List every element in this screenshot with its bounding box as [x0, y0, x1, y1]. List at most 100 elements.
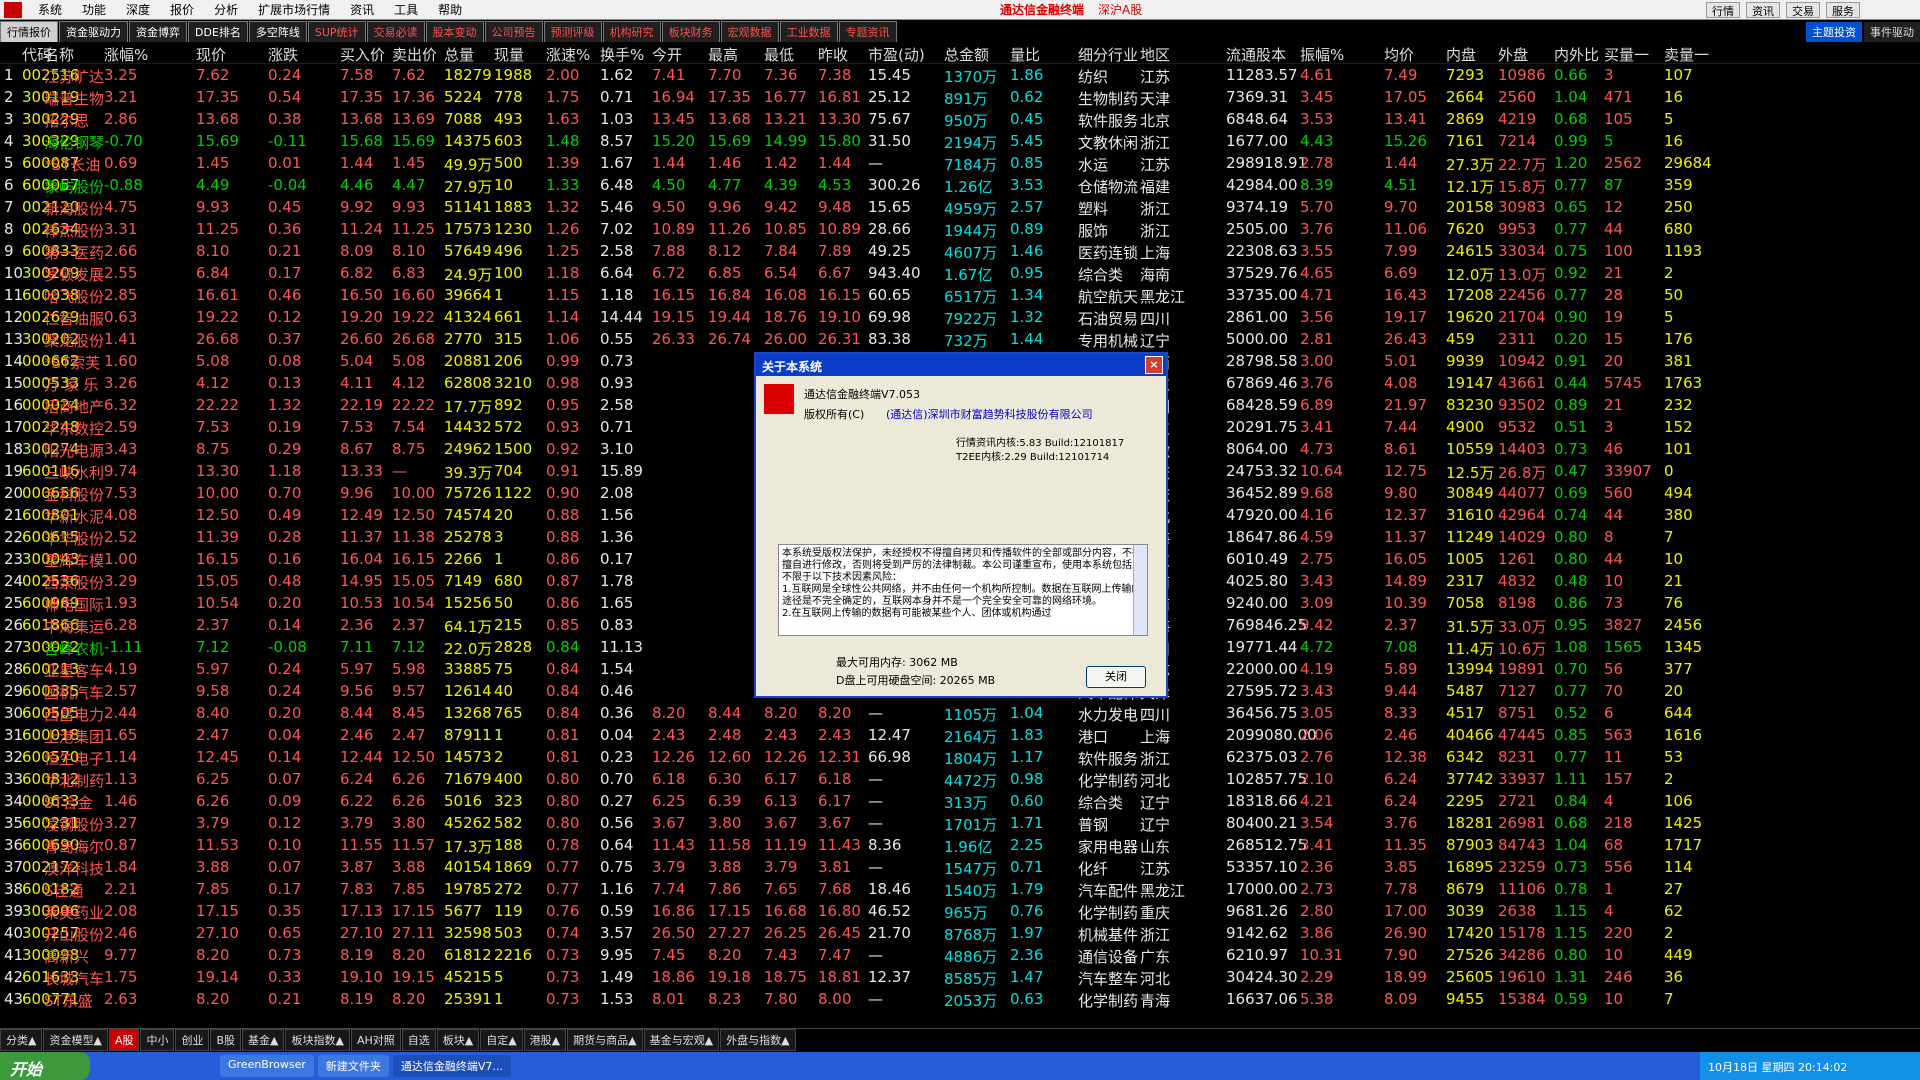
table-row[interactable]: 3 300229 拓尔思 2.86 13.68 0.38 13.68 13.69 7088 493… — [0, 108, 1920, 130]
tab-institution[interactable]: 机构研究 — [602, 21, 661, 42]
column-header[interactable]: 卖量一 — [1664, 44, 1709, 65]
menu-info[interactable]: 资讯 — [340, 1, 384, 18]
category-tab[interactable]: 创业 — [175, 1028, 210, 1051]
table-row[interactable]: 6 600057 象屿股份 -0.88 4.49 -0.04 4.46 4.47 27.9万 10… — [0, 174, 1920, 196]
tab-macro[interactable]: 宏观数据 — [720, 21, 779, 42]
category-tab[interactable]: 中小 — [140, 1028, 175, 1051]
menu-quote[interactable]: 报价 — [160, 1, 204, 18]
service-button[interactable]: 服务 — [1826, 2, 1860, 18]
table-row[interactable]: 10 300209 罗顿发展 2.55 6.84 0.17 6.82 6.83 24.9万 100… — [0, 262, 1920, 284]
trade-button[interactable]: 交易 — [1786, 2, 1820, 18]
menu-help[interactable]: 帮助 — [428, 1, 472, 18]
column-header[interactable]: 内外比 — [1554, 44, 1599, 65]
category-tab[interactable]: A股 — [108, 1028, 140, 1051]
task-tdx[interactable]: 通达信金融终端V7... — [392, 1055, 511, 1077]
column-header[interactable]: 今开 — [652, 44, 682, 65]
category-tab[interactable]: 板块指数▲ — [285, 1028, 350, 1051]
table-row[interactable]: 38 600182 S佳通 2.21 7.85 0.17 7.83 7.85 19785 272 0… — [0, 878, 1920, 900]
table-row[interactable]: 42 601633 长城汽车 1.75 19.14 0.33 19.10 19.15 45215… — [0, 966, 1920, 988]
category-tab[interactable]: 基金与宏观▲ — [643, 1028, 720, 1051]
tab-rating[interactable]: 预测评级 — [543, 21, 602, 42]
column-header[interactable]: 均价 — [1384, 44, 1414, 65]
column-header[interactable]: 量比 — [1010, 44, 1040, 65]
column-header[interactable]: 涨跌 — [268, 44, 298, 65]
license-text-box[interactable]: 本系统受版权法保护，未经授权不得擅自拷贝和传播软件的全部或部分内容，不得擅自进行… — [778, 544, 1148, 636]
menu-tools[interactable]: 工具 — [384, 1, 428, 18]
table-row[interactable]: 36 600690 青岛海尔 0.87 11.53 0.10 11.55 11.57 17.3万… — [0, 834, 1920, 856]
tab-bull-bear[interactable]: 多空阵线 — [248, 21, 307, 42]
table-row[interactable]: 5 600087 *ST长油 0.69 1.45 0.01 1.44 1.45 49.9万 500… — [0, 152, 1920, 174]
table-row[interactable]: 30 600505 西昌电力 2.44 8.40 0.20 8.44 8.45 13268 765… — [0, 702, 1920, 724]
table-row[interactable]: 37 002172 澳洋科技 1.84 3.88 0.07 3.87 3.88 40154 186… — [0, 856, 1920, 878]
tab-equity-change[interactable]: 股本变动 — [425, 21, 484, 42]
column-header[interactable]: 总金额 — [944, 44, 989, 65]
column-header[interactable]: 外盘 — [1498, 44, 1528, 65]
column-header[interactable]: 卖出价 — [392, 44, 437, 65]
table-row[interactable]: 39 300006 莱美药业 2.08 17.15 0.35 17.13 17.15 5677 1… — [0, 900, 1920, 922]
table-row[interactable]: 4 300329 海伦钢琴 -0.70 15.69 -0.11 15.68 15.69 1437… — [0, 130, 1920, 152]
column-header[interactable]: 振幅% — [1300, 44, 1344, 65]
tab-event-drive[interactable]: 事件驱动 — [1864, 22, 1920, 42]
column-header[interactable]: 现量 — [494, 44, 524, 65]
category-tab[interactable]: 外盘与指数▲ — [720, 1028, 796, 1051]
tab-sup[interactable]: SUP统计 — [307, 21, 366, 42]
table-row[interactable]: 9 600833 第一医药 2.66 8.10 0.21 8.09 8.10 57649 496 1… — [0, 240, 1920, 262]
column-header[interactable]: 涨幅% — [104, 44, 148, 65]
table-row[interactable]: 13 300202 聚龙股份 1.41 26.68 0.37 26.60 26.68 2770 3… — [0, 328, 1920, 350]
column-header[interactable]: 名称 — [44, 44, 74, 65]
table-row[interactable]: 40 300257 开山股份 2.46 27.10 0.65 27.10 27.11 32598… — [0, 922, 1920, 944]
task-greenbrowser[interactable]: GreenBrowser — [220, 1055, 314, 1077]
table-row[interactable]: 33 600812 华北制药 1.13 6.25 0.07 6.24 6.26 71679 400… — [0, 768, 1920, 790]
tab-industry[interactable]: 工业数据 — [779, 21, 838, 42]
menu-function[interactable]: 功能 — [72, 1, 116, 18]
tab-special[interactable]: 专题资讯 — [838, 21, 897, 42]
table-row[interactable]: 7 002120 新海股份 4.75 9.93 0.45 9.92 9.93 51141 1883… — [0, 196, 1920, 218]
column-header[interactable]: 细分行业 — [1078, 44, 1138, 65]
category-tab[interactable]: 资金模型▲ — [43, 1028, 108, 1051]
table-row[interactable]: 32 600570 恒生电子 1.14 12.45 0.14 12.44 12.50 14573… — [0, 746, 1920, 768]
category-tab[interactable]: 分类▲ — [0, 1028, 43, 1051]
menu-system[interactable]: 系统 — [28, 1, 72, 18]
license-scrollbar[interactable] — [1133, 545, 1147, 635]
category-tab[interactable]: 板块▲ — [436, 1028, 480, 1051]
table-row[interactable]: 35 600231 凌钢股份 3.27 3.79 0.12 3.79 3.80 45262 582… — [0, 812, 1920, 834]
start-button[interactable]: 开始 — [0, 1052, 90, 1080]
column-header[interactable]: 最低 — [764, 44, 794, 65]
task-new-folder[interactable]: 新建文件夹 — [317, 1055, 389, 1077]
tab-fund-drive[interactable]: 资金驱动力 — [59, 21, 128, 42]
table-row[interactable]: 31 600018 上港集团 1.65 2.47 0.04 2.46 2.47 87911 1 0.… — [0, 724, 1920, 746]
table-row[interactable]: 2 300119 瑞普生物 3.21 17.35 0.54 17.35 17.36 5224 77… — [0, 86, 1920, 108]
column-header[interactable]: 流通股本 — [1226, 44, 1286, 65]
category-tab[interactable]: 港股▲ — [523, 1028, 567, 1051]
close-button[interactable]: 关闭 — [1086, 666, 1146, 688]
column-header[interactable]: 内盘 — [1446, 44, 1476, 65]
category-tab[interactable]: AH对照 — [350, 1028, 401, 1051]
table-row[interactable]: 12 002629 仁智油服 0.63 19.22 0.12 19.20 19.22 41324… — [0, 306, 1920, 328]
column-header[interactable]: 地区 — [1140, 44, 1170, 65]
table-row[interactable]: 8 002634 棒杰股份 3.31 11.25 0.36 11.24 11.25 17573 1… — [0, 218, 1920, 240]
info-button[interactable]: 资讯 — [1746, 2, 1780, 18]
category-tab[interactable]: 自定▲ — [480, 1028, 523, 1051]
tab-dde[interactable]: DDE排名 — [188, 21, 248, 42]
column-header[interactable]: 市盈(动) — [868, 44, 925, 65]
menu-extended-market[interactable]: 扩展市场行情 — [248, 1, 340, 18]
column-header[interactable]: 最高 — [708, 44, 738, 65]
category-tab[interactable]: 期货与商品▲ — [567, 1028, 643, 1051]
tab-theme-invest[interactable]: 主题投资 — [1806, 22, 1862, 42]
menu-analysis[interactable]: 分析 — [204, 1, 248, 18]
column-header[interactable]: 现价 — [196, 44, 226, 65]
tab-must-read[interactable]: 交易必读 — [366, 21, 425, 42]
quote-button[interactable]: 行情 — [1706, 2, 1740, 18]
category-tab[interactable]: 自选 — [401, 1028, 436, 1051]
column-header[interactable]: 买量一 — [1604, 44, 1649, 65]
menu-depth[interactable]: 深度 — [116, 1, 160, 18]
tab-fund-game[interactable]: 资金博弈 — [129, 21, 187, 42]
category-tab[interactable]: B股 — [210, 1028, 242, 1051]
column-header[interactable]: 换手% — [600, 44, 644, 65]
tab-quote[interactable]: 行情报价 — [0, 21, 58, 42]
tab-sector-finance[interactable]: 板块财务 — [661, 21, 720, 42]
table-row[interactable]: 43 600771 ST东盛 2.63 8.20 0.21 8.19 8.20 25391 1 0.… — [0, 988, 1920, 1010]
table-row[interactable]: 1 002516 江苏旷达 3.25 7.62 0.24 7.58 7.62 18279 1988… — [0, 64, 1920, 86]
table-row[interactable]: 11 600038 哈飞股份 2.85 16.61 0.46 16.50 16.60 39664… — [0, 284, 1920, 306]
table-row[interactable]: 34 000633 ST合金 1.46 6.26 0.09 6.22 6.26 5016 323 0… — [0, 790, 1920, 812]
